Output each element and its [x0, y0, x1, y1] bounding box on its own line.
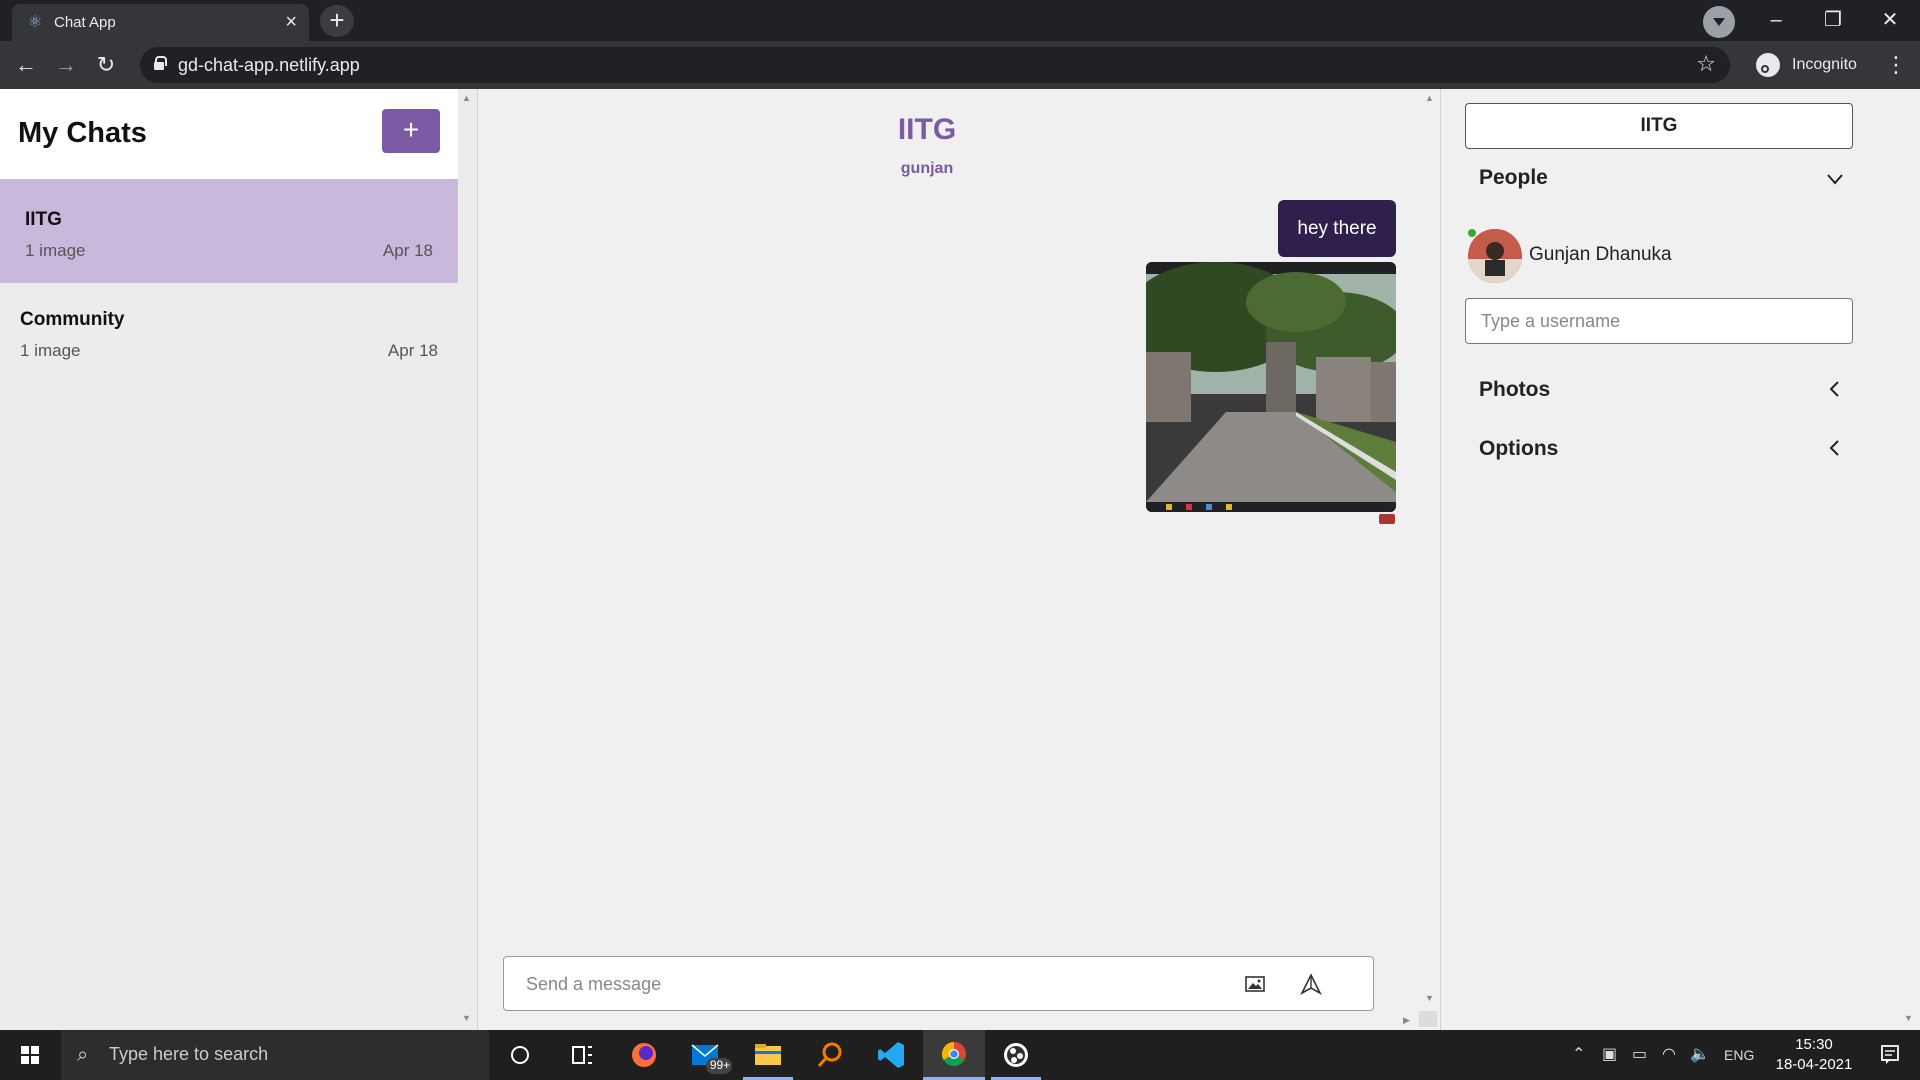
show-hidden-icons-chevron-icon[interactable]: ⌃ [1572, 1044, 1585, 1064]
incognito-profile-button[interactable]: Incognito [1750, 47, 1870, 83]
chats-title: My Chats [18, 117, 147, 149]
campus-photo [1146, 262, 1396, 512]
incognito-label: Incognito [1792, 56, 1857, 73]
notifications-icon[interactable] [1866, 1040, 1914, 1070]
reload-icon[interactable]: ↻ [90, 49, 122, 81]
mail-icon[interactable]: 99+ [675, 1030, 737, 1080]
new-tab-button[interactable]: + [320, 5, 354, 37]
chat-date: Apr 18 [382, 241, 433, 260]
send-icon[interactable] [1300, 973, 1322, 995]
chevron-down-icon[interactable] [1824, 168, 1846, 190]
chats-panel: My Chats + IITG 1 image Apr 18 Community… [0, 89, 478, 1030]
chat-list-item[interactable]: Community 1 image Apr 18 [0, 279, 458, 383]
browser-toolbar: ← → ↻ gd-chat-app.netlify.app ☆ Incognit… [0, 41, 1920, 89]
browser-menu-icon[interactable]: ⋮ [1880, 49, 1912, 81]
task-view-icon[interactable] [551, 1030, 613, 1080]
obs-icon[interactable] [985, 1030, 1047, 1080]
close-window-button[interactable]: ✕ [1862, 2, 1918, 38]
windows-start-icon[interactable] [0, 1030, 60, 1080]
photos-section-header[interactable]: Photos [1479, 378, 1550, 402]
volume-icon[interactable]: 🔈 [1690, 1044, 1710, 1064]
chevron-left-icon[interactable] [1824, 378, 1846, 400]
message-input[interactable] [526, 969, 1166, 999]
scroll-up-arrow[interactable]: ▲ [1425, 93, 1434, 103]
chat-date: Apr 18 [387, 341, 438, 360]
online-status-dot [1468, 229, 1476, 237]
back-arrow-icon[interactable]: ← [10, 49, 42, 81]
browser-titlebar: ⚛ Chat App × + – ❐ ✕ [0, 0, 1920, 41]
chat-app: My Chats + IITG 1 image Apr 18 Community… [0, 89, 1920, 1030]
scroll-right-arrow[interactable]: ▶ [1403, 1015, 1410, 1026]
new-chat-button[interactable]: + [382, 109, 440, 153]
chats-header: My Chats + [0, 89, 458, 179]
chat-settings-panel: IITG People Gunjan Dhanuka Photos Option… [1442, 89, 1920, 1030]
scrollbar-corner [1419, 1011, 1437, 1027]
scroll-down-arrow[interactable]: ▼ [1904, 1013, 1913, 1023]
browser-tab[interactable]: ⚛ Chat App × [12, 4, 309, 41]
address-bar[interactable]: gd-chat-app.netlify.app ☆ [140, 47, 1730, 83]
forward-arrow-icon[interactable]: → [50, 49, 82, 81]
people-section-header[interactable]: People [1479, 166, 1548, 190]
scroll-down-arrow[interactable]: ▼ [1425, 993, 1434, 1003]
bookmark-star-icon[interactable]: ☆ [1696, 51, 1716, 77]
chat-list-item[interactable]: IITG 1 image Apr 18 [0, 179, 458, 283]
firefox-icon[interactable] [613, 1030, 675, 1080]
taskbar-search-placeholder: Type here to search [109, 1044, 269, 1064]
mail-badge: 99+ [709, 1058, 731, 1072]
conversation-subtitle: gunjan [900, 160, 954, 177]
vscode-icon[interactable] [861, 1030, 923, 1080]
chat-preview: 1 image [25, 241, 86, 260]
username-field[interactable] [1465, 298, 1853, 344]
image-upload-icon[interactable] [1244, 973, 1266, 995]
cortana-icon[interactable] [489, 1030, 551, 1080]
search-app-icon[interactable] [799, 1030, 861, 1080]
wifi-icon[interactable]: ◠ [1662, 1044, 1676, 1064]
minimize-button[interactable]: – [1748, 2, 1804, 38]
read-receipt-avatar [1379, 514, 1395, 524]
taskbar-search[interactable]: ⌕ Type here to search [61, 1030, 489, 1080]
conversation-panel: IITG gunjan hey there Send a message ▲ ▼… [479, 89, 1441, 1030]
restore-button[interactable]: ❐ [1805, 2, 1861, 38]
url-text[interactable]: gd-chat-app.netlify.app [178, 55, 360, 76]
language-indicator[interactable]: ENG [1724, 1047, 1754, 1063]
chrome-icon[interactable] [923, 1030, 985, 1080]
chat-preview: 1 image [20, 341, 81, 360]
chat-name: IITG [25, 209, 62, 230]
tab-search-button[interactable] [1703, 6, 1735, 38]
person-name: Gunjan Dhanuka [1529, 244, 1672, 265]
chevron-left-icon[interactable] [1824, 437, 1846, 459]
image-message[interactable] [1146, 262, 1396, 512]
options-section-header[interactable]: Options [1479, 437, 1558, 461]
close-tab-icon[interactable]: × [285, 11, 297, 33]
tab-title: Chat App [54, 14, 116, 31]
chat-name-button[interactable]: IITG [1465, 103, 1853, 149]
avatar [1468, 229, 1522, 283]
clock-date: 18-04-2021 [1775, 1056, 1853, 1073]
clock-time: 15:30 [1795, 1036, 1833, 1053]
network-monitor-icon[interactable]: ▣ [1602, 1044, 1617, 1064]
search-icon: ⌕ [77, 1044, 89, 1066]
system-clock[interactable]: 15:30 18-04-2021 [1764, 1035, 1864, 1075]
message-composer [503, 956, 1374, 1011]
scroll-up-arrow[interactable]: ▲ [462, 93, 471, 103]
message-bubble: hey there [1278, 200, 1396, 257]
file-explorer-icon[interactable] [737, 1030, 799, 1080]
lock-icon[interactable] [154, 56, 167, 70]
conversation-title: IITG [897, 113, 957, 146]
incognito-icon [1756, 53, 1780, 77]
scroll-down-arrow[interactable]: ▼ [462, 1013, 471, 1023]
windows-taskbar: ⌕ Type here to search 99+ ⌃ ▣ ▭ ◠ 🔈 ENG … [0, 1030, 1920, 1080]
react-icon: ⚛ [27, 14, 43, 31]
chat-name: Community [20, 309, 125, 330]
battery-icon[interactable]: ▭ [1632, 1044, 1647, 1064]
